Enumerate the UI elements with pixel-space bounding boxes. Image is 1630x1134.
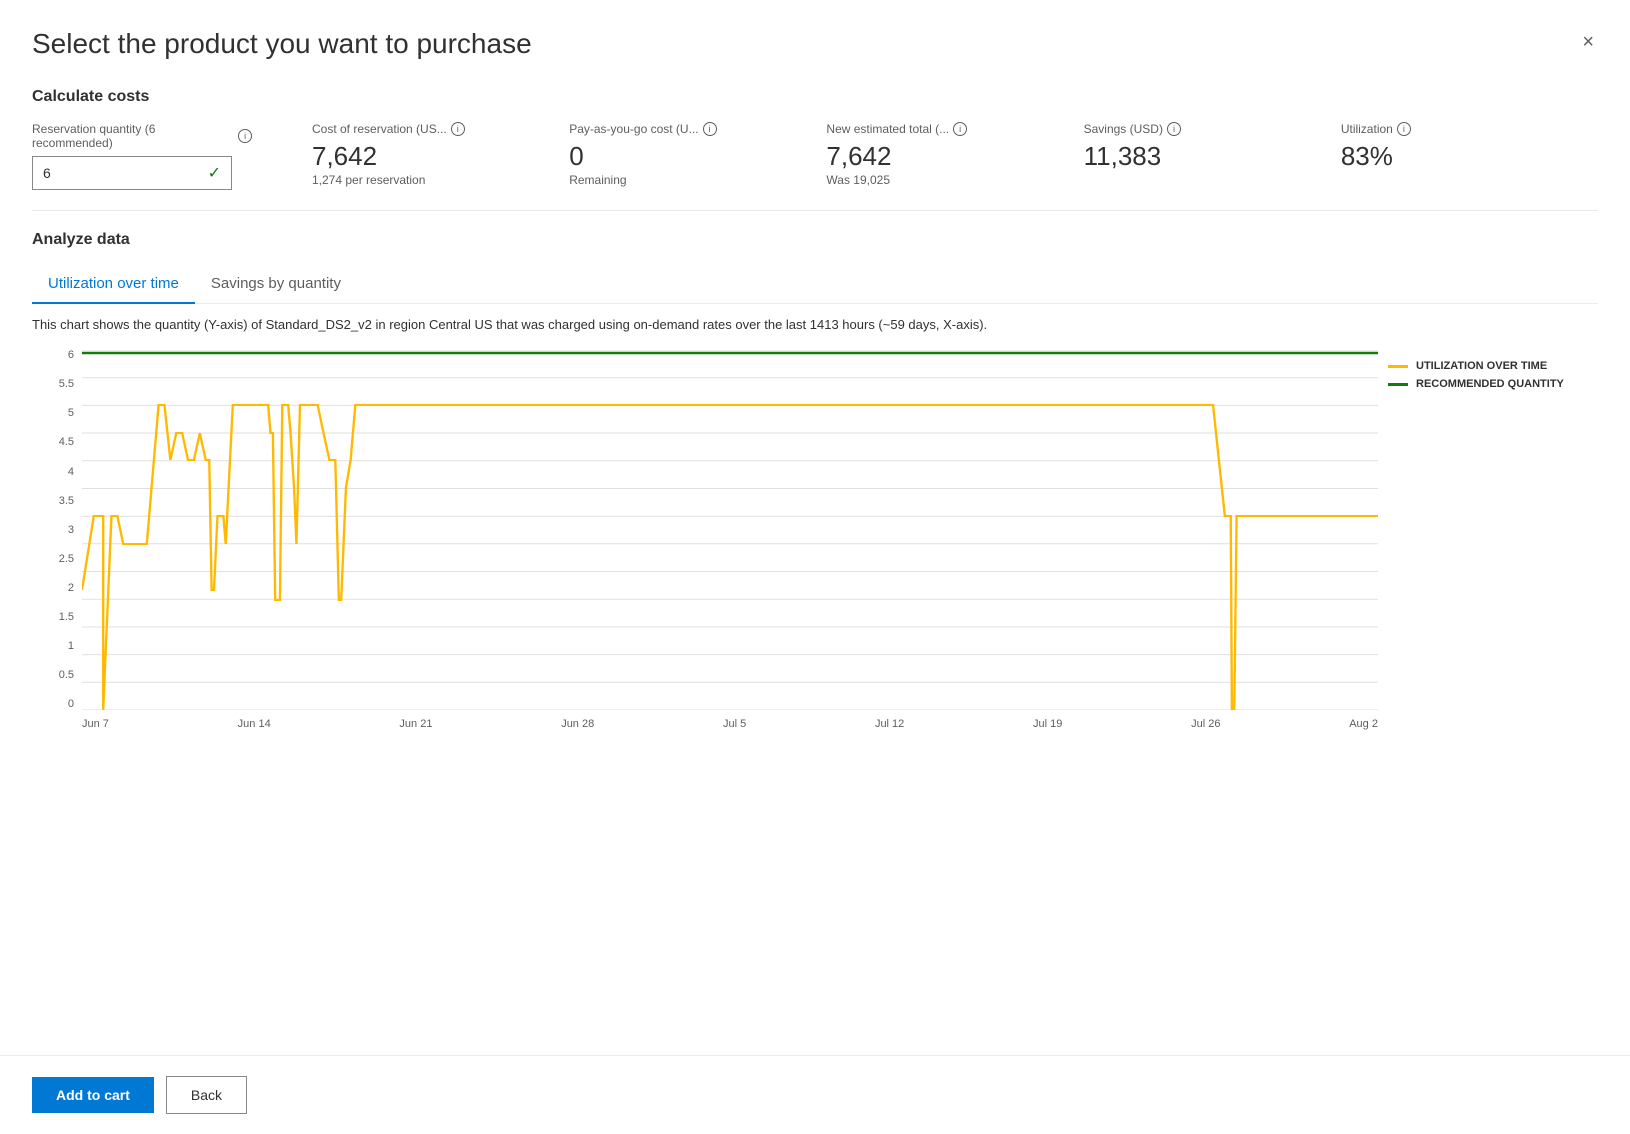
cost-reservation-info-icon[interactable]: i: [451, 122, 465, 136]
y-label-2_5: 2.5: [59, 554, 74, 565]
chart-svg: [82, 350, 1378, 710]
quantity-field: Reservation quantity (6 recommended) i ✓: [32, 122, 252, 190]
x-label-jun21: Jun 21: [399, 718, 432, 730]
savings-metric: Savings (USD) i 11,383: [1084, 122, 1341, 171]
chart-description: This chart shows the quantity (Y-axis) o…: [32, 316, 1598, 334]
x-label-jul19: Jul 19: [1033, 718, 1062, 730]
x-label-jun14: Jun 14: [238, 718, 271, 730]
y-label-3: 3: [68, 525, 74, 536]
payg-info-icon[interactable]: i: [703, 122, 717, 136]
analyze-data-section: Analyze data Utilization over time Savin…: [32, 231, 1598, 750]
payg-value: 0: [569, 142, 786, 171]
chart-legend: UTILIZATION OVER TIME RECOMMENDED QUANTI…: [1388, 360, 1598, 396]
savings-label: Savings (USD) i: [1084, 122, 1301, 136]
chart-svg-area: [82, 350, 1378, 710]
cost-reservation-value: 7,642: [312, 142, 529, 171]
x-label-jul26: Jul 26: [1191, 718, 1220, 730]
chart-container: 6 5.5 5 4.5 4 3.5 3 2.5 2 1.5 1 0.5 0: [32, 350, 1598, 750]
quantity-input-container: ✓: [32, 156, 232, 190]
analyze-data-title: Analyze data: [32, 231, 1598, 249]
divider-1: [32, 210, 1598, 211]
y-label-3_5: 3.5: [59, 496, 74, 507]
cost-reservation-sub: 1,274 per reservation: [312, 173, 529, 187]
new-estimated-label: New estimated total (... i: [826, 122, 1043, 136]
payg-label: Pay-as-you-go cost (U... i: [569, 122, 786, 136]
calculate-costs-title: Calculate costs: [32, 88, 1598, 106]
payg-metric: Pay-as-you-go cost (U... i 0 Remaining: [569, 122, 826, 187]
new-estimated-sub: Was 19,025: [826, 173, 1043, 187]
back-button[interactable]: Back: [166, 1076, 247, 1114]
calculate-costs-section: Calculate costs Reservation quantity (6 …: [32, 88, 1598, 190]
savings-info-icon[interactable]: i: [1167, 122, 1181, 136]
x-label-jul12: Jul 12: [875, 718, 904, 730]
tab-savings-by-quantity[interactable]: Savings by quantity: [195, 265, 357, 304]
y-label-2: 2: [68, 583, 74, 594]
x-axis: Jun 7 Jun 14 Jun 21 Jun 28 Jul 5 Jul 12 …: [82, 710, 1378, 750]
x-label-jul5: Jul 5: [723, 718, 746, 730]
costs-grid: Reservation quantity (6 recommended) i ✓…: [32, 122, 1598, 190]
x-label-jun7: Jun 7: [82, 718, 109, 730]
cost-of-reservation-metric: Cost of reservation (US... i 7,642 1,274…: [312, 122, 569, 187]
new-estimated-metric: New estimated total (... i 7,642 Was 19,…: [826, 122, 1083, 187]
main-dialog: Select the product you want to purchase …: [0, 0, 1630, 1134]
y-label-5: 5: [68, 408, 74, 419]
y-label-0_5: 0.5: [59, 670, 74, 681]
utilization-info-icon[interactable]: i: [1397, 122, 1411, 136]
legend-utilization: UTILIZATION OVER TIME: [1388, 360, 1598, 372]
y-label-0: 0: [68, 699, 74, 710]
y-label-1_5: 1.5: [59, 612, 74, 623]
legend-utilization-line: [1388, 365, 1408, 368]
dialog-header: Select the product you want to purchase …: [32, 28, 1598, 60]
quantity-info-icon[interactable]: i: [238, 129, 252, 143]
legend-utilization-label: UTILIZATION OVER TIME: [1416, 360, 1547, 372]
cost-reservation-label: Cost of reservation (US... i: [312, 122, 529, 136]
tabs-container: Utilization over time Savings by quantit…: [32, 265, 1598, 304]
savings-value: 11,383: [1084, 142, 1301, 171]
new-estimated-value: 7,642: [826, 142, 1043, 171]
close-button[interactable]: ×: [1578, 28, 1598, 56]
legend-recommended-line: [1388, 383, 1408, 386]
x-label-jun28: Jun 28: [561, 718, 594, 730]
utilization-label: Utilization i: [1341, 122, 1558, 136]
y-label-5_5: 5.5: [59, 379, 74, 390]
utilization-metric: Utilization i 83%: [1341, 122, 1598, 171]
legend-recommended: RECOMMENDED QUANTITY: [1388, 378, 1598, 390]
new-estimated-info-icon[interactable]: i: [953, 122, 967, 136]
y-label-4_5: 4.5: [59, 437, 74, 448]
x-label-aug2: Aug 2: [1349, 718, 1378, 730]
utilization-value: 83%: [1341, 142, 1558, 171]
quantity-label: Reservation quantity (6 recommended) i: [32, 122, 252, 150]
dialog-title: Select the product you want to purchase: [32, 28, 532, 60]
y-label-6: 6: [68, 350, 74, 361]
y-label-1: 1: [68, 641, 74, 652]
checkmark-icon: ✓: [208, 163, 221, 183]
add-to-cart-button[interactable]: Add to cart: [32, 1077, 154, 1113]
legend-recommended-label: RECOMMENDED QUANTITY: [1416, 378, 1564, 390]
payg-sub: Remaining: [569, 173, 786, 187]
quantity-input[interactable]: [43, 165, 183, 181]
tab-utilization-over-time[interactable]: Utilization over time: [32, 265, 195, 304]
y-axis: 6 5.5 5 4.5 4 3.5 3 2.5 2 1.5 1 0.5 0: [32, 350, 82, 710]
y-label-4: 4: [68, 467, 74, 478]
footer-buttons: Add to cart Back: [0, 1055, 1630, 1134]
